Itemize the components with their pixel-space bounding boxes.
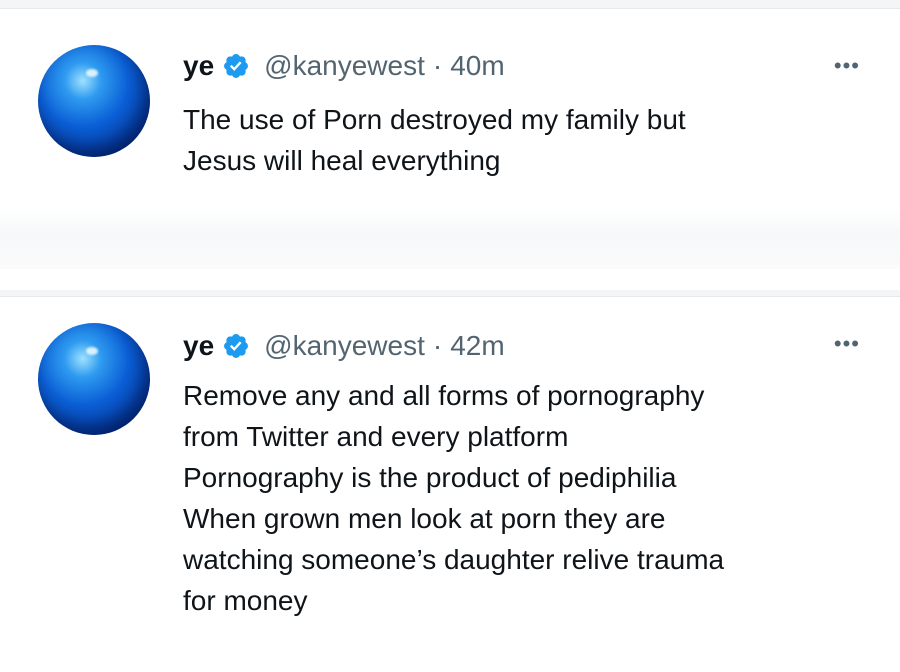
more-options-icon[interactable]: ••• <box>834 55 860 77</box>
timestamp[interactable]: 42m <box>450 330 504 362</box>
tweet-text-line: from Twitter and every platform <box>183 421 569 452</box>
tweet-text-line: for money <box>183 585 308 616</box>
more-options-icon[interactable]: ••• <box>834 333 860 355</box>
verified-badge-icon <box>222 52 250 80</box>
separator-dot: · <box>432 50 443 81</box>
timestamp[interactable]: 40m <box>450 50 504 82</box>
tweet-text-line: Jesus will heal everything <box>183 145 501 176</box>
verified-badge-icon <box>222 332 250 360</box>
display-name[interactable]: ye <box>183 330 214 362</box>
tweet-text-line: When grown men look at porn they are <box>183 503 666 534</box>
tweet-header: ye @kanyewest · 42m <box>183 327 505 365</box>
tweet-text: Remove any and all forms of pornography … <box>183 375 873 621</box>
user-handle[interactable]: @kanyewest <box>264 330 425 362</box>
user-handle[interactable]: @kanyewest <box>264 50 425 82</box>
avatar[interactable] <box>38 323 150 435</box>
tweet-text-line: Pornography is the product of pediphilia <box>183 462 677 493</box>
avatar[interactable] <box>38 45 150 157</box>
tweet-text: The use of Porn destroyed my family but … <box>183 99 873 181</box>
separator-dot: · <box>432 330 443 361</box>
tweet[interactable]: ye @kanyewest · 40m ••• The use of Porn … <box>0 8 900 290</box>
display-name[interactable]: ye <box>183 50 214 82</box>
tweet-text-line: The use of Porn destroyed my family but <box>183 104 686 135</box>
tweet-text-line: watching someone’s daughter relive traum… <box>183 544 725 575</box>
tweet-header: ye @kanyewest · 40m <box>183 47 505 85</box>
tweet-actions-blurred <box>0 209 900 269</box>
tweet[interactable]: ye @kanyewest · 42m ••• Remove any and a… <box>0 296 900 672</box>
tweet-text-line: Remove any and all forms of pornography <box>183 380 705 411</box>
